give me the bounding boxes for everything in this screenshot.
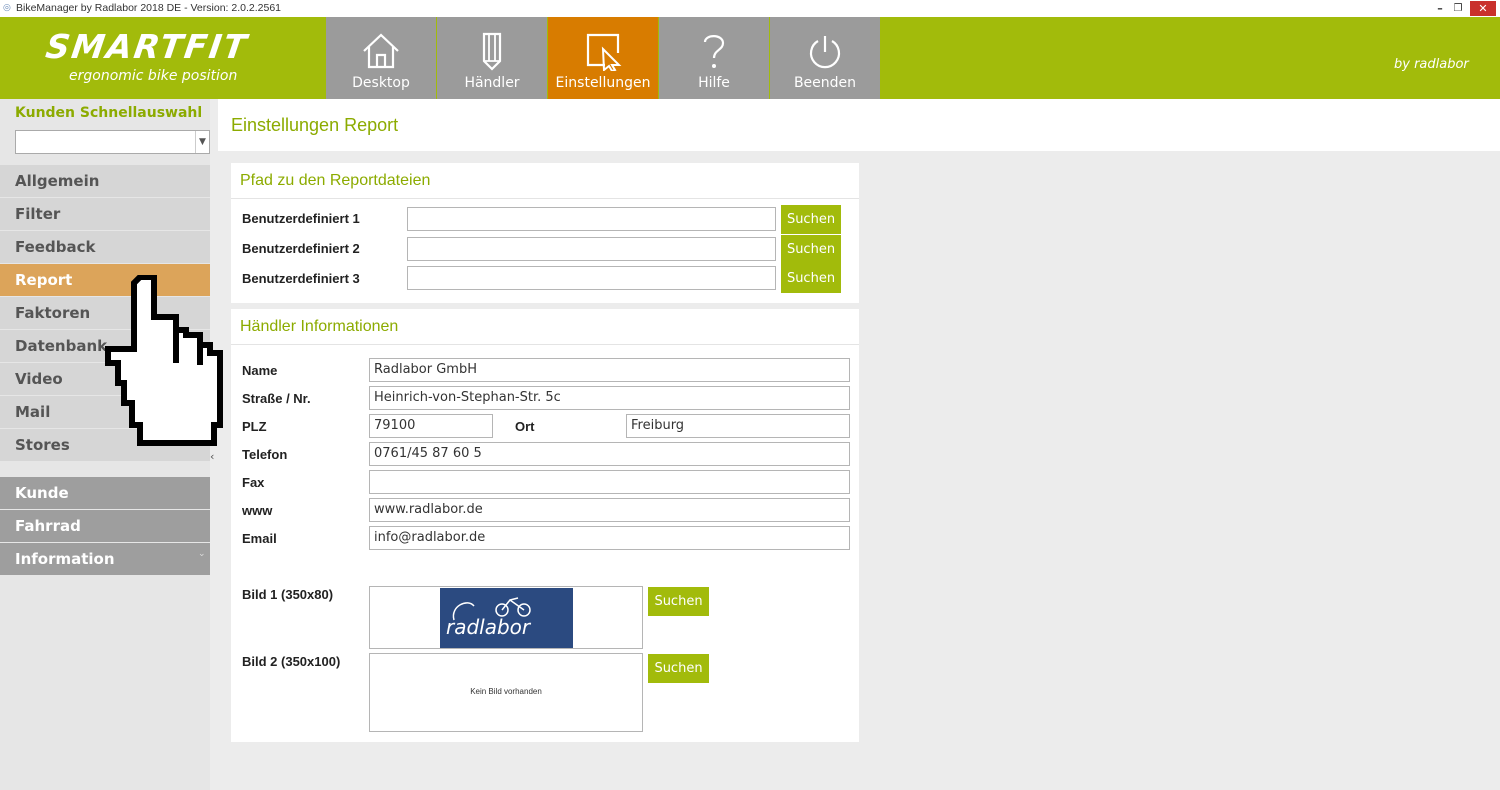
window-titlebar: ◎ BikeManager by Radlabor 2018 DE - Vers… xyxy=(0,0,1500,17)
brand-tagline: ergonomic bike position xyxy=(69,68,238,84)
customer-quick-select[interactable]: ▼ xyxy=(15,130,210,154)
www-field[interactable]: www.radlabor.de xyxy=(369,498,850,522)
nav-beenden-label: Beenden xyxy=(793,75,857,91)
cursor-icon xyxy=(586,33,622,71)
nav-hilfe-label: Hilfe xyxy=(698,75,730,91)
path-label-1: Benutzerdefiniert 1 xyxy=(242,211,360,226)
bild2-search-button[interactable]: Suchen xyxy=(648,654,709,683)
question-icon xyxy=(703,35,725,68)
nav-hilfe-button[interactable]: Hilfe xyxy=(659,17,769,99)
email-field[interactable]: info@radlabor.de xyxy=(369,526,850,550)
close-button[interactable]: ✕ xyxy=(1470,1,1496,16)
report-paths-header: Pfad zu den Reportdateien xyxy=(231,163,859,199)
path-search-button-2[interactable]: Suchen xyxy=(781,235,841,264)
plz-label: PLZ xyxy=(242,419,267,434)
fax-field[interactable] xyxy=(369,470,850,494)
path-label-2: Benutzerdefiniert 2 xyxy=(242,241,360,256)
smartfit-logo: SMARTFIT ergonomic bike position xyxy=(0,17,325,99)
path-input-3[interactable] xyxy=(407,266,776,290)
hand-pointer-cursor xyxy=(105,275,223,446)
dealer-info-panel: Händler Informationen Name Radlabor GmbH… xyxy=(231,309,859,742)
bild2-image-box[interactable]: Kein Bild vorhanden xyxy=(369,653,643,732)
collapse-sidebar-arrow[interactable]: ‹ xyxy=(210,450,214,463)
report-paths-title: Pfad zu den Reportdateien xyxy=(240,172,431,189)
dealer-info-header: Händler Informationen xyxy=(231,309,859,345)
bild1-image-box[interactable]: radlabor xyxy=(369,586,643,649)
power-icon xyxy=(809,36,841,69)
nav-einstellungen-label: Einstellungen xyxy=(555,75,651,91)
name-label: Name xyxy=(242,363,278,378)
quick-select-title: Kunden Schnellauswahl xyxy=(15,105,203,121)
nav-desktop-label: Desktop xyxy=(352,75,410,91)
window-title: BikeManager by Radlabor 2018 DE - Versio… xyxy=(16,2,281,14)
minimize-button[interactable]: – xyxy=(1433,0,1447,17)
street-field[interactable]: Heinrich-von-Stephan-Str. 5c xyxy=(369,386,850,410)
nav-einstellungen-button[interactable]: Einstellungen xyxy=(548,17,658,99)
path-input-1[interactable] xyxy=(407,207,776,231)
sidebar-item-allgemein[interactable]: Allgemein xyxy=(0,165,210,197)
brand-name: SMARTFIT xyxy=(43,27,251,66)
nav-haendler-button[interactable]: Händler xyxy=(437,17,547,99)
bild1-logo-text: radlabor xyxy=(446,615,531,639)
chevron-down-icon: ⌄ xyxy=(198,549,206,559)
report-paths-panel: Pfad zu den Reportdateien Benutzerdefini… xyxy=(231,163,859,303)
telefon-label: Telefon xyxy=(242,447,288,462)
bild1-search-button[interactable]: Suchen xyxy=(648,587,709,616)
app-icon: ◎ xyxy=(3,3,11,13)
ort-field[interactable]: Freiburg xyxy=(626,414,850,438)
path-search-button-3[interactable]: Suchen xyxy=(781,264,841,293)
chevron-down-icon[interactable]: ▼ xyxy=(195,131,209,153)
email-label: Email xyxy=(242,531,277,546)
sidebar-section-information[interactable]: Information xyxy=(0,543,210,575)
path-search-button-1[interactable]: Suchen xyxy=(781,205,841,234)
plz-field[interactable]: 79100 xyxy=(369,414,493,438)
app-header: SMARTFIT ergonomic bike position Desktop… xyxy=(0,17,1500,99)
bild1-label: Bild 1 (350x80) xyxy=(242,587,334,602)
www-label: www xyxy=(242,503,273,518)
bild2-placeholder: Kein Bild vorhanden xyxy=(470,687,542,696)
dealer-info-title: Händler Informationen xyxy=(240,318,399,335)
fax-label: Fax xyxy=(242,475,265,490)
sidebar-section-fahrrad[interactable]: Fahrrad xyxy=(0,510,210,542)
radlabor-logo-image: radlabor xyxy=(440,588,573,648)
maximize-button[interactable]: ❐ xyxy=(1450,0,1466,17)
sidebar-item-feedback[interactable]: Feedback xyxy=(0,231,210,263)
radlabor-brand-logo: by radlabor xyxy=(1394,57,1469,72)
telefon-field[interactable]: 0761/45 87 60 5 xyxy=(369,442,850,466)
path-label-3: Benutzerdefiniert 3 xyxy=(242,271,360,286)
street-label: Straße / Nr. xyxy=(242,391,311,406)
sidebar-item-filter[interactable]: Filter xyxy=(0,198,210,230)
pencil-icon xyxy=(482,32,502,71)
nav-beenden-button[interactable]: Beenden xyxy=(770,17,880,99)
sidebar-section-kunde[interactable]: Kunde xyxy=(0,477,210,509)
nav-desktop-button[interactable]: Desktop xyxy=(326,17,436,99)
bild2-label: Bild 2 (350x100) xyxy=(242,654,341,669)
page-header: Einstellungen Report xyxy=(218,99,1500,151)
name-field[interactable]: Radlabor GmbH xyxy=(369,358,850,382)
nav-haendler-label: Händler xyxy=(464,75,520,91)
path-input-2[interactable] xyxy=(407,237,776,261)
home-icon xyxy=(363,33,399,69)
page-title: Einstellungen Report xyxy=(231,115,399,135)
ort-label: Ort xyxy=(515,419,535,434)
